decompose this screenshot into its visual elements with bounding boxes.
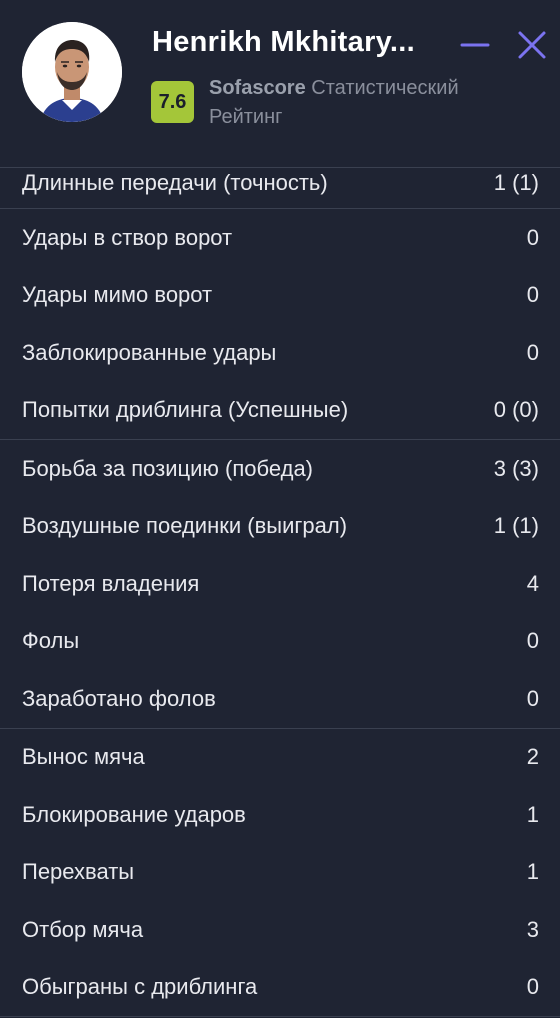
stat-label: Заблокированные удары — [22, 339, 277, 365]
stat-row: Вынос мяча 2 — [0, 729, 560, 787]
stat-value: 1 (1) — [493, 170, 539, 195]
stat-label: Длинные передачи (точность) — [22, 170, 328, 195]
stat-label: Воздушные поединки (выиграл) — [22, 513, 348, 539]
stat-value: 1 (1) — [493, 513, 539, 539]
stat-value: 1 — [526, 801, 539, 827]
stat-row: Блокирование ударов 1 — [0, 786, 560, 844]
stat-row: Перехваты 1 — [0, 844, 560, 902]
divider — [0, 1016, 560, 1017]
stat-row: Заработано фолов 0 — [0, 670, 560, 728]
player-avatar — [22, 22, 122, 122]
stat-label: Вынос мяча — [22, 744, 145, 770]
stat-row: Попытки дриблинга (Успешные) 0 (0) — [0, 382, 560, 440]
stat-value: 0 — [526, 685, 539, 711]
stat-value: 4 — [526, 570, 539, 596]
stat-row: Длинные передачи (точность) 1 (1) — [0, 168, 560, 208]
player-header: Henrikh Mkhitary... 7.6 Sofascore Статис… — [0, 0, 560, 167]
stat-label: Перехваты — [22, 859, 135, 885]
minimize-icon — [460, 43, 490, 47]
stat-value: 0 — [526, 282, 539, 308]
stat-label: Удары мимо ворот — [22, 282, 213, 308]
stat-value: 0 (0) — [493, 397, 539, 423]
stat-label: Заработано фолов — [22, 685, 216, 711]
stat-row: Удары мимо ворот 0 — [0, 267, 560, 325]
stat-label: Фолы — [22, 628, 80, 654]
stat-row: Отбор мяча 3 — [0, 901, 560, 959]
stat-label: Борьба за позицию (победа) — [22, 455, 314, 481]
rating-brand: Sofascore — [209, 77, 306, 99]
stat-label: Попытки дриблинга (Успешные) — [22, 397, 349, 423]
stat-value: 0 — [526, 974, 539, 1000]
stat-value: 2 — [526, 744, 539, 770]
stat-label: Блокирование ударов — [22, 801, 246, 827]
stat-label: Отбор мяча — [22, 916, 144, 942]
stat-value: 0 — [526, 224, 539, 250]
rating-caption-line1: Статистический — [311, 77, 459, 99]
stats-list: Длинные передачи (точность) 1 (1) Удары … — [0, 167, 560, 1017]
rating-caption: Sofascore Статистический Рейтинг — [209, 74, 509, 132]
player-name: Henrikh Mkhitary... — [152, 26, 416, 58]
stat-row: Обыграны с дриблинга 0 — [0, 959, 560, 1017]
player-photo-icon — [22, 22, 122, 122]
stat-value: 0 — [526, 339, 539, 365]
minimize-button[interactable] — [458, 28, 492, 62]
close-icon — [518, 31, 546, 59]
stat-row: Воздушные поединки (выиграл) 1 (1) — [0, 498, 560, 556]
stat-value: 1 — [526, 859, 539, 885]
rating-badge: 7.6 — [151, 81, 194, 123]
stat-row: Потеря владения 4 — [0, 555, 560, 613]
stat-row: Фолы 0 — [0, 613, 560, 671]
stat-row: Удары в створ ворот 0 — [0, 209, 560, 267]
stat-label: Потеря владения — [22, 570, 200, 596]
rating-caption-line2: Рейтинг — [209, 106, 283, 128]
stat-value: 3 (3) — [493, 455, 539, 481]
stat-label: Удары в створ ворот — [22, 224, 233, 250]
close-button[interactable] — [515, 28, 549, 62]
stat-row: Заблокированные удары 0 — [0, 324, 560, 382]
stat-value: 3 — [526, 916, 539, 942]
stat-label: Обыграны с дриблинга — [22, 974, 258, 1000]
stat-value: 0 — [526, 628, 539, 654]
stat-row: Борьба за позицию (победа) 3 (3) — [0, 440, 560, 498]
